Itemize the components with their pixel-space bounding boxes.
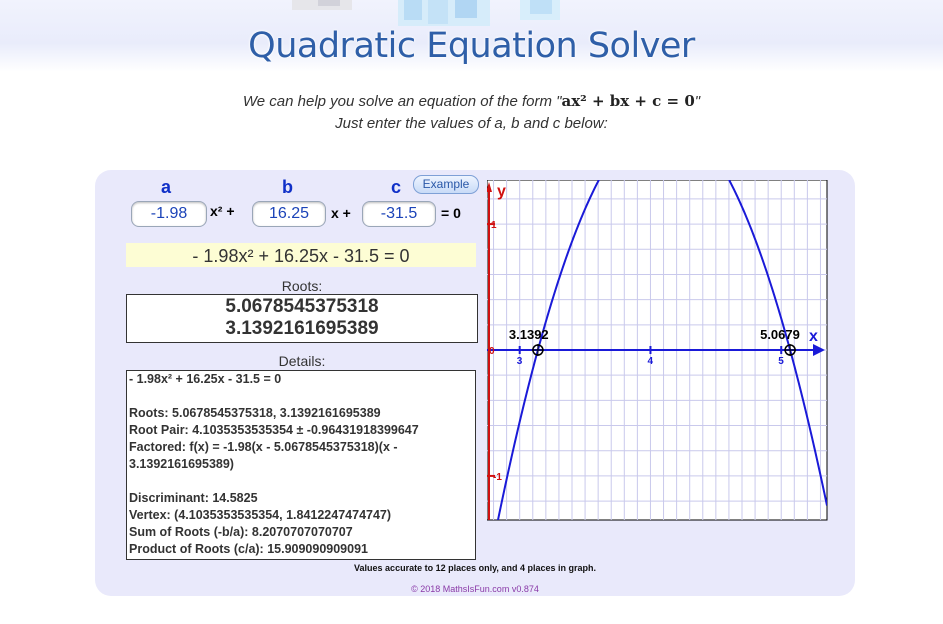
header-banner: Quadratic Equation Solver: [0, 0, 943, 72]
intro-text: We can help you solve an equation of the…: [0, 90, 943, 135]
b-label: b: [282, 177, 293, 197]
a-label: a: [161, 177, 172, 197]
form-expression: ax² + bx + c = 0: [561, 92, 695, 110]
details-discriminant: Discriminant: 14.5825: [129, 491, 258, 505]
accuracy-note: Values accurate to 12 places only, and 4…: [354, 563, 596, 573]
roots-caption: Roots:: [281, 278, 323, 294]
details-box[interactable]: - 1.98x² + 16.25x - 31.5 = 0 Roots: 5.06…: [126, 370, 476, 560]
quadratic-graph[interactable]: y x 1 0 -1 3 4 5 3.1392 5.0679: [487, 180, 829, 522]
details-equation: - 1.98x² + 16.25x - 31.5 = 0: [129, 372, 282, 386]
details-root-pair: Root Pair: 4.1035353535354 ± -0.96431918…: [129, 423, 419, 437]
details-caption: Details:: [278, 353, 326, 369]
y-tick-0: 0: [489, 346, 495, 357]
page-title: Quadratic Equation Solver: [248, 26, 695, 66]
root-label-left: 3.1392: [509, 327, 549, 342]
details-vertex: Vertex: (4.1035353535354, 1.841224747474…: [129, 508, 392, 522]
root-1: 5.0678545375318: [225, 296, 379, 317]
copyright[interactable]: © 2018 MathsIsFun.com v0.874: [350, 584, 600, 594]
x-tick-4: 4: [647, 356, 653, 367]
details-product-of-roots: Product of Roots (c/a): 15.909090909091: [129, 542, 368, 556]
root-label-right: 5.0679: [760, 327, 800, 342]
y-tick-neg1: -1: [493, 472, 502, 483]
intro-line-1: We can help you solve an equation of the…: [0, 90, 943, 113]
x-tick-5: 5: [778, 356, 784, 367]
x-squared-term: x² +: [210, 203, 235, 219]
x-axis-label: x: [809, 328, 818, 345]
y-axis-label: y: [497, 183, 506, 200]
example-button[interactable]: Example: [413, 175, 479, 194]
equation-display: - 1.98x² + 16.25x - 31.5 = 0: [126, 243, 476, 267]
root-2: 3.1392161695389: [225, 318, 379, 339]
c-label: c: [391, 177, 402, 197]
intro-line-2: Just enter the values of a, b and c belo…: [335, 115, 608, 132]
c-input[interactable]: -31.5: [362, 201, 436, 227]
intro-suffix: ": [694, 93, 701, 110]
intro-prefix: We can help you solve an equation of the…: [242, 93, 562, 110]
x-term: x +: [331, 205, 351, 221]
a-input[interactable]: -1.98: [131, 201, 207, 227]
details-sum-of-roots: Sum of Roots (-b/a): 8.2070707070707: [129, 525, 353, 539]
x-tick-3: 3: [517, 356, 523, 367]
b-input[interactable]: 16.25: [252, 201, 326, 227]
roots-box: 5.0678545375318 3.1392161695389: [126, 294, 478, 343]
equals-zero: = 0: [441, 205, 461, 221]
y-tick-1: 1: [491, 220, 497, 231]
details-factored: Factored: f(x) = -1.98(x - 5.06785453753…: [129, 440, 398, 471]
details-roots: Roots: 5.0678545375318, 3.1392161695389: [129, 406, 381, 420]
